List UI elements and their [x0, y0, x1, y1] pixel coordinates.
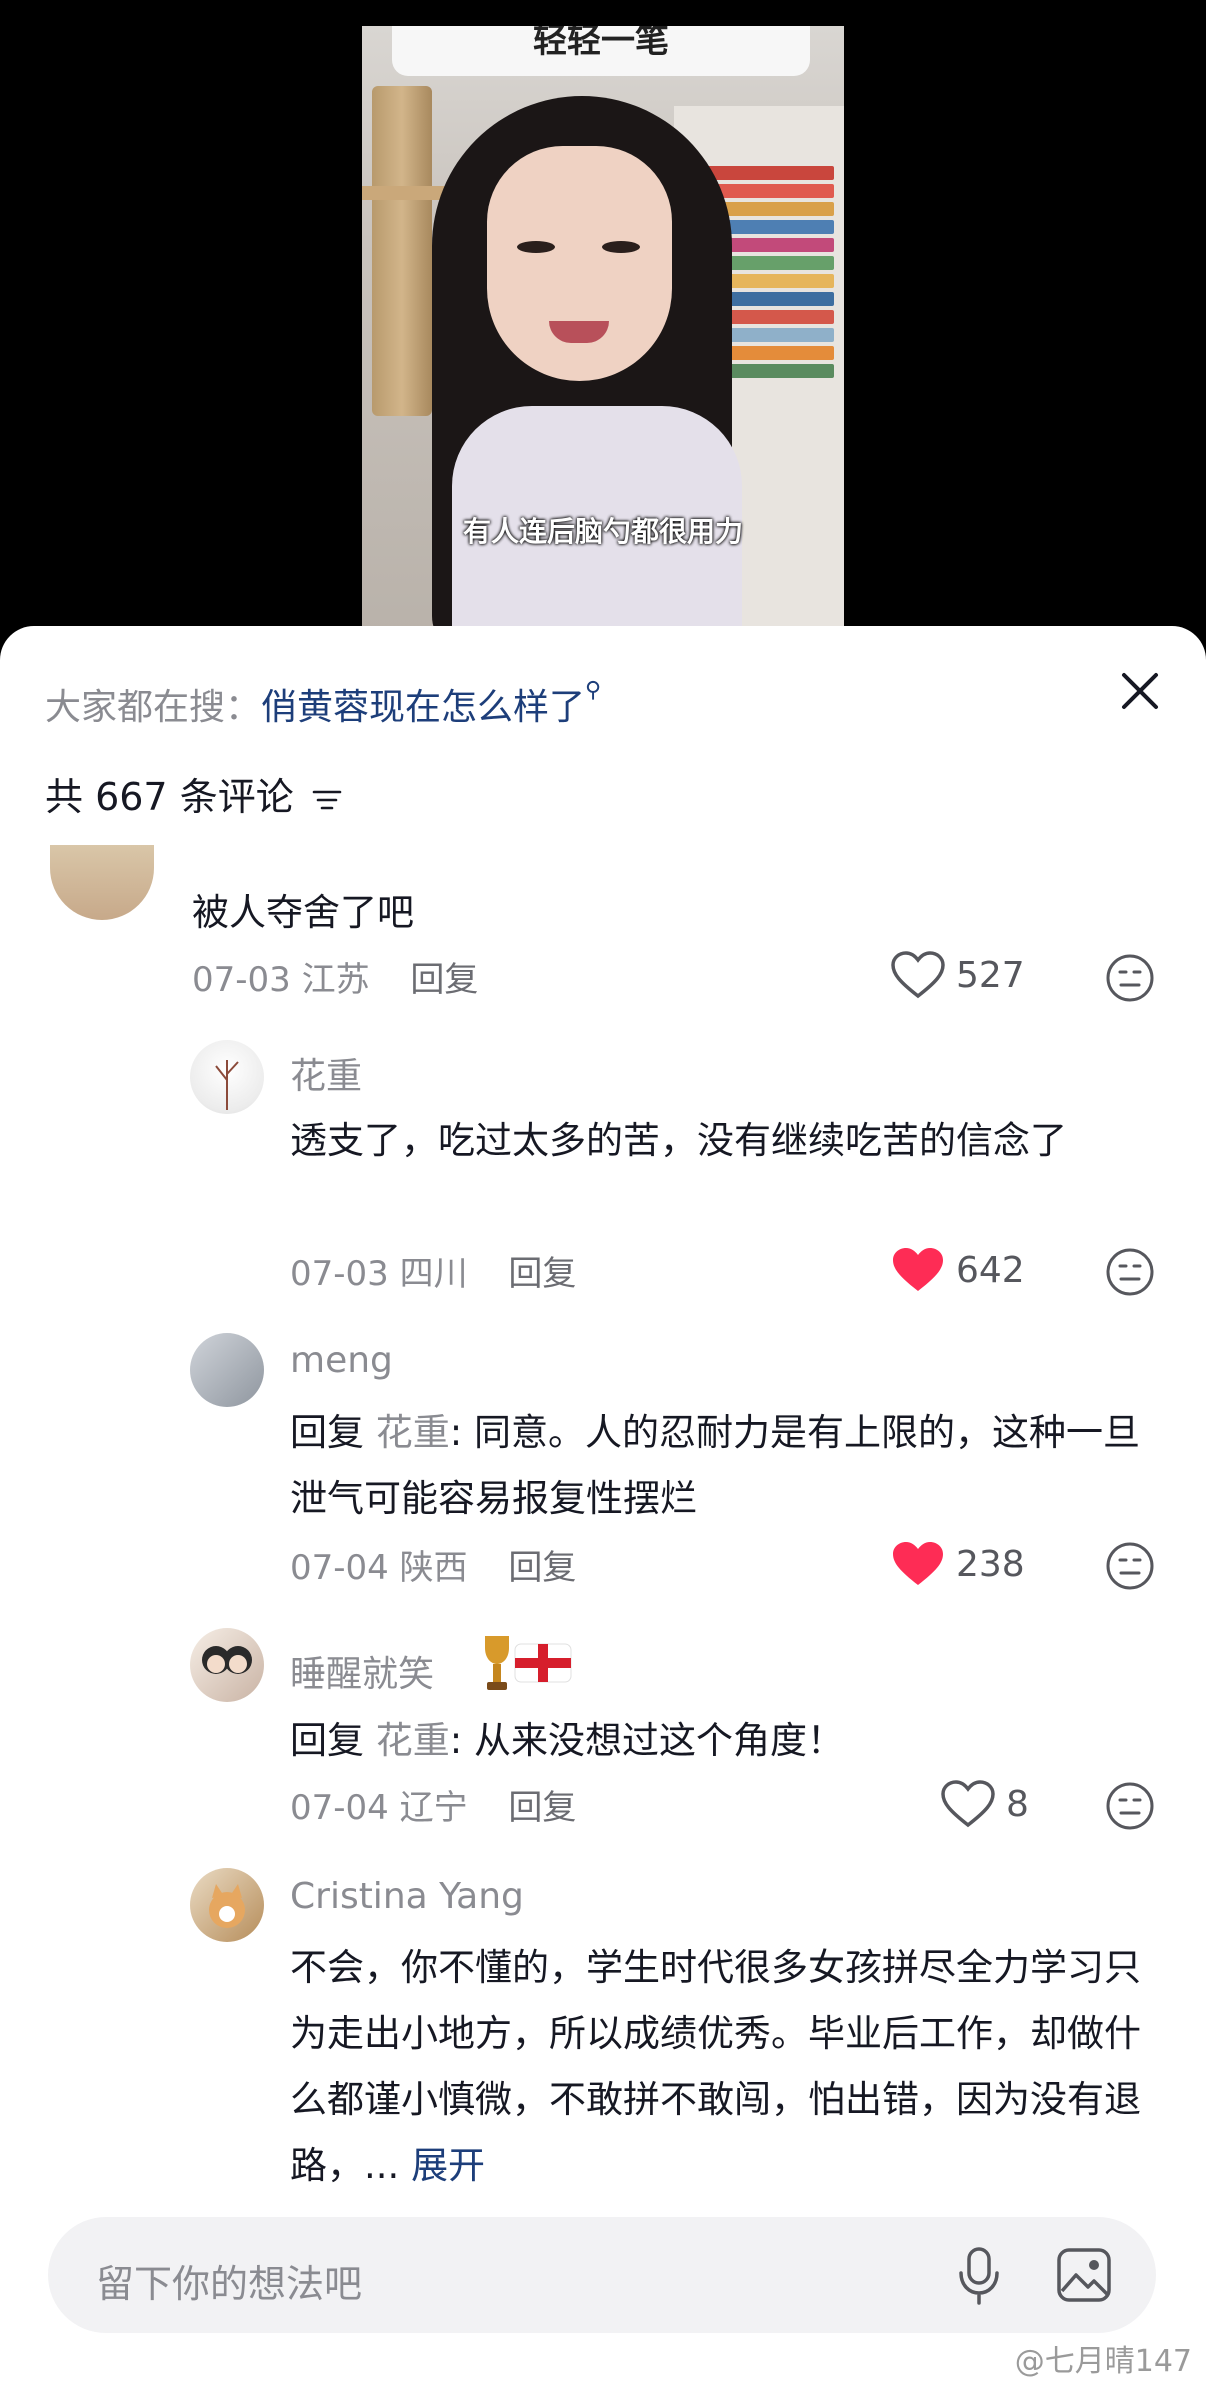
world-cup-england-flag-badge-icon [485, 1636, 572, 1690]
comment-text: 不会，你不懂的，学生时代很多女孩拼尽全力学习只为走出小地方，所以成绩优秀。毕业后… [290, 1935, 1150, 2199]
comment-location: 江苏 [301, 960, 370, 1000]
person-face [487, 146, 672, 381]
commenter-name[interactable]: meng [290, 1340, 393, 1381]
comment-count: 共 667 条评论 [45, 766, 342, 821]
like-count: 8 [1006, 1783, 1029, 1825]
avatar[interactable] [190, 1628, 264, 1702]
emoji-reaction-icon[interactable] [1105, 1247, 1155, 1297]
comment-date: 07-04 [290, 1788, 389, 1828]
close-icon[interactable] [1120, 671, 1160, 711]
video-title: 轻轻一笔 [533, 26, 669, 61]
two-girls-icon [202, 1646, 252, 1674]
branch-icon [215, 1060, 239, 1110]
search-suggestion-keyword[interactable]: 俏黄蓉现在怎么样了 [261, 687, 585, 728]
like-count: 238 [956, 1543, 1025, 1585]
comment-meta: 07-03 江苏 回复 [192, 952, 478, 1001]
comment-input-placeholder[interactable]: 留下你的想法吧 [96, 2253, 362, 2308]
heart-outline-icon [891, 951, 945, 999]
comment-count-label: 共 667 条评论 [45, 775, 294, 819]
avatar[interactable] [190, 1868, 264, 1942]
comment-meta: 07-03 四川 回复 [290, 1246, 576, 1295]
avatar[interactable] [190, 1040, 264, 1114]
comment-text: 被人夺舍了吧 [192, 891, 414, 934]
video-title-card: 轻轻一笔 [392, 26, 810, 76]
microphone-icon[interactable] [956, 2245, 1002, 2307]
comment-meta: 07-04 陕西 回复 [290, 1540, 576, 1589]
reply-button[interactable]: 回复 [508, 1548, 576, 1588]
like-button[interactable]: 527 [890, 950, 1025, 1000]
video-subtitle: 有人连后脑勺都很用力 [462, 515, 743, 548]
like-button[interactable]: 8 [940, 1779, 1029, 1829]
comment-date: 07-04 [290, 1548, 389, 1588]
comment-text: 回复 花重: 从来没想过这个角度！ [290, 1708, 1150, 1774]
commenter-name[interactable]: 花重 [290, 1047, 362, 1099]
emoji-reaction-icon[interactable] [1105, 953, 1155, 1003]
cat-tree [362, 86, 472, 416]
comment-meta: 07-04 辽宁 回复 [290, 1780, 576, 1829]
mention-link[interactable]: 花重 [376, 1411, 450, 1454]
emoji-reaction-icon[interactable] [1105, 1541, 1155, 1591]
like-count: 527 [956, 954, 1025, 996]
sort-filter-icon[interactable] [312, 788, 342, 812]
image-picker-icon[interactable] [1056, 2247, 1112, 2303]
reply-button[interactable]: 回复 [410, 960, 478, 1000]
watermark: @七月晴147 [1014, 2344, 1192, 2379]
reply-prefix: 回复 [290, 1719, 364, 1762]
comment-location: 辽宁 [399, 1788, 468, 1828]
expand-link[interactable]: 展开 [411, 2144, 485, 2187]
heart-outline-icon [941, 1780, 995, 1828]
heart-filled-icon [893, 1248, 943, 1291]
reply-button[interactable]: 回复 [508, 1788, 576, 1828]
comment-date: 07-03 [290, 1254, 389, 1294]
emoji-reaction-icon[interactable] [1105, 1781, 1155, 1831]
comment-date: 07-03 [192, 960, 291, 1000]
comment-body: : 从来没想过这个角度！ [449, 1719, 844, 1762]
avatar[interactable] [190, 1333, 264, 1407]
commenter-name[interactable]: 睡醒就笑 [290, 1645, 434, 1697]
like-button[interactable]: 238 [890, 1539, 1025, 1589]
search-suggestion-prefix: 大家都在搜： [45, 687, 262, 728]
like-button[interactable]: 642 [890, 1245, 1025, 1295]
commenter-name[interactable]: Cristina Yang [290, 1876, 524, 1917]
reply-prefix: 回复 [290, 1411, 364, 1454]
cat-icon [209, 1884, 245, 1928]
heart-filled-icon [893, 1542, 943, 1585]
comment-text: 透支了，吃过太多的苦，没有继续吃苦的信念了 [290, 1119, 1067, 1162]
reply-button[interactable]: 回复 [508, 1254, 576, 1294]
mention-link[interactable]: 花重 [376, 1719, 450, 1762]
comment-location: 陕西 [399, 1548, 468, 1588]
comment-input-bar[interactable]: 留下你的想法吧 [48, 2217, 1156, 2333]
like-count: 642 [956, 1249, 1025, 1291]
search-icon: ⚲ [585, 678, 602, 703]
comment-text: 回复 花重: 同意。人的忍耐力是有上限的，这种一旦泄气可能容易报复性摆烂 [290, 1400, 1150, 1532]
comment-location: 四川 [399, 1254, 468, 1294]
search-suggestion[interactable]: 大家都在搜：俏黄蓉现在怎么样了⚲ [45, 678, 601, 730]
